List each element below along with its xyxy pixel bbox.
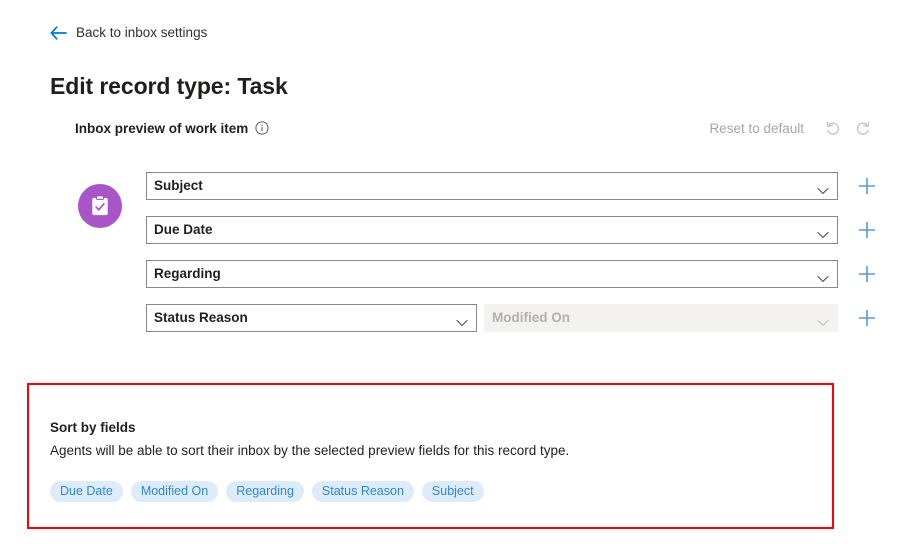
- dropdown-value: Regarding: [154, 267, 221, 281]
- sort-field-chip[interactable]: Status Reason: [311, 480, 414, 503]
- sort-field-chip-list: Due Date Modified On Regarding Status Re…: [50, 480, 830, 503]
- add-field-button-2[interactable]: [854, 217, 880, 243]
- avatar: [78, 184, 122, 228]
- preview-row: Regarding: [146, 260, 880, 288]
- chevron-down-icon: [456, 314, 468, 326]
- dropdown-value: Due Date: [154, 223, 213, 237]
- preview-field-rows: Subject Due Date Regarding Status Reason…: [146, 172, 880, 332]
- arrow-left-icon: [50, 26, 67, 40]
- plus-icon: [857, 220, 877, 240]
- preview-field-dropdown-5-disabled: Modified On: [484, 304, 838, 332]
- plus-icon: [857, 308, 877, 328]
- add-field-button-3[interactable]: [854, 261, 880, 287]
- preview-field-dropdown-1[interactable]: Subject: [146, 172, 838, 200]
- task-clipboard-icon: [90, 195, 110, 217]
- sort-by-fields-title: Sort by fields: [50, 420, 136, 435]
- chevron-down-icon: [817, 182, 829, 194]
- back-to-inbox-settings-link[interactable]: Back to inbox settings: [50, 26, 207, 40]
- dropdown-value: Status Reason: [154, 311, 248, 325]
- sort-field-chip[interactable]: Regarding: [226, 480, 304, 503]
- chevron-down-icon: [817, 270, 829, 282]
- dropdown-value: Subject: [154, 179, 203, 193]
- plus-icon: [857, 176, 877, 196]
- inbox-preview-header: Inbox preview of work item Reset to defa…: [75, 117, 878, 139]
- chevron-down-icon: [817, 314, 829, 326]
- header-actions: Reset to default: [709, 116, 878, 140]
- preview-row: Subject: [146, 172, 880, 200]
- page-title: Edit record type: Task: [50, 73, 288, 100]
- preview-field-dropdown-4[interactable]: Status Reason: [146, 304, 477, 332]
- add-field-button-4[interactable]: [854, 305, 880, 331]
- sort-field-chip[interactable]: Due Date: [50, 480, 123, 503]
- preview-row: Due Date: [146, 216, 880, 244]
- sort-by-fields-section: Sort by fields Agents will be able to so…: [50, 418, 830, 503]
- reset-to-default-button[interactable]: Reset to default: [709, 121, 818, 136]
- sort-field-chip[interactable]: Modified On: [130, 480, 219, 503]
- chevron-down-icon: [817, 226, 829, 238]
- sort-field-chip[interactable]: Subject: [421, 480, 484, 503]
- preview-field-dropdown-2[interactable]: Due Date: [146, 216, 838, 244]
- redo-icon[interactable]: [848, 116, 878, 140]
- preview-field-dropdown-3[interactable]: Regarding: [146, 260, 838, 288]
- section-title: Inbox preview of work item: [75, 120, 249, 136]
- add-field-button-1[interactable]: [854, 173, 880, 199]
- dropdown-value: Modified On: [492, 311, 570, 325]
- undo-icon[interactable]: [818, 116, 848, 140]
- info-icon[interactable]: [255, 121, 269, 135]
- back-link-label: Back to inbox settings: [76, 25, 208, 41]
- sort-by-fields-description: Agents will be able to sort their inbox …: [50, 442, 570, 458]
- plus-icon: [857, 264, 877, 284]
- preview-row: Status Reason Modified On: [146, 304, 880, 332]
